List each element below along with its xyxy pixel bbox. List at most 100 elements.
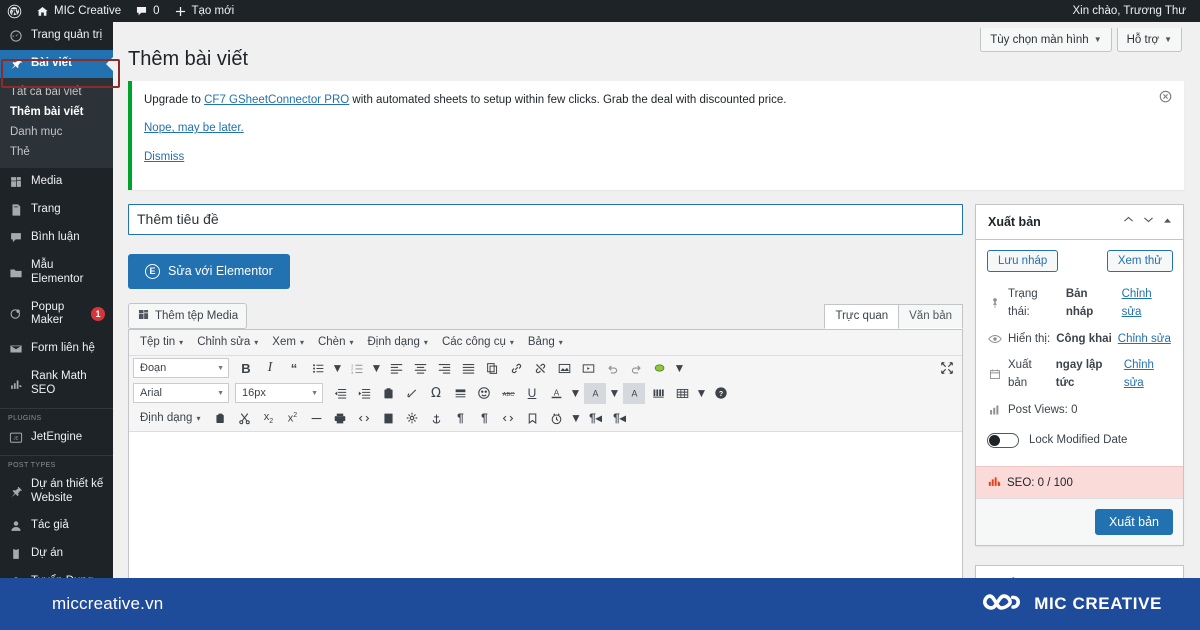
source-code-icon[interactable] [353,408,375,429]
sidebar-item-posts[interactable]: Bài viết [0,50,113,78]
sidebar-item-popup-maker[interactable]: Popup Maker 1 [0,294,113,336]
save-draft-button[interactable]: Lưu nháp [987,249,1059,272]
site-name-menu[interactable]: MIC Creative [29,0,128,22]
sidebar-subitem-all-posts[interactable]: Tất cả bài viết [0,82,113,102]
underline-icon[interactable]: U [521,383,543,404]
highlight-icon[interactable] [649,358,671,379]
page-break-icon[interactable] [377,408,399,429]
publish-button[interactable]: Xuất bản [1094,509,1173,536]
anchor-icon[interactable] [425,408,447,429]
align-right-icon[interactable] [433,358,455,379]
clock-icon[interactable] [545,408,567,429]
toggle-panel-icon[interactable] [1162,213,1173,231]
sidebar-item-projects[interactable]: Dự án [0,540,113,568]
lock-modified-date-toggle[interactable] [987,432,1019,448]
bullet-list-icon[interactable] [307,358,329,379]
move-down-icon[interactable] [1142,213,1155,231]
text-color-options-icon[interactable]: ▼ [569,383,582,404]
media-embed-icon[interactable] [577,358,599,379]
sidebar-subitem-tags[interactable]: Thẻ [0,142,113,162]
help-icon[interactable]: ? [710,383,732,404]
new-content-menu[interactable]: Tạo mới [167,0,242,22]
align-left-icon[interactable] [385,358,407,379]
sidebar-item-comments[interactable]: Bình luận [0,224,113,252]
edit-schedule-link[interactable]: Chỉnh sửa [1124,356,1172,393]
pilcrow-alt-icon[interactable]: ¶ [473,408,495,429]
pilcrow-icon[interactable]: ¶ [449,408,471,429]
eraser-icon[interactable] [401,383,423,404]
sidebar-item-elementor-templates[interactable]: Mẫu Elementor [0,252,113,294]
editor-content-area[interactable] [129,431,962,582]
cf7-pro-link[interactable]: CF7 GSheetConnector PRO [204,94,349,106]
comments-menu[interactable]: 0 [128,0,166,22]
menu-view[interactable]: Xem ▾ [265,333,311,351]
menu-edit[interactable]: Chỉnh sửa ▾ [190,333,265,351]
nope-maybe-later-link[interactable]: Nope, may be later. [144,122,244,134]
preview-button[interactable]: Xem thử [1106,249,1173,272]
clock-options-icon[interactable]: ▼ [569,408,582,429]
account-menu[interactable]: Xin chào, Trương Thư [1072,5,1200,17]
add-media-button[interactable]: Thêm tệp Media [128,302,248,329]
sidebar-item-pages[interactable]: Trang [0,196,113,224]
post-title-input[interactable] [128,203,963,235]
posts-submenu[interactable]: Tất cả bài viết Thêm bài viết Danh mục T… [0,78,113,168]
emoji-icon[interactable] [473,383,495,404]
align-center-icon[interactable] [409,358,431,379]
paste-text-icon[interactable] [209,408,231,429]
fullscreen-icon[interactable] [936,358,958,379]
sidebar-subitem-add-post[interactable]: Thêm bài viết [0,102,113,122]
ltr-icon[interactable]: ¶◂ [584,408,606,429]
menu-tools[interactable]: Các công cụ ▾ [435,333,521,351]
copy-icon[interactable] [481,358,503,379]
font-family-select[interactable]: Arial ▼ [133,383,229,404]
editor-menubar[interactable]: Tệp tin ▾ Chỉnh sửa ▾ Xem ▾ Chèn ▾ Định … [129,329,962,356]
sidebar-item-rank-math-seo[interactable]: Rank Math SEO [0,363,113,405]
tab-text[interactable]: Văn bản [898,303,963,329]
numbered-list-icon[interactable]: 123 [346,358,368,379]
menu-file[interactable]: Tệp tin ▾ [133,333,190,351]
dismiss-link[interactable]: Dismiss [144,151,184,163]
editor-mode-tabs[interactable]: Trực quan Văn bản [824,303,963,329]
print-icon[interactable] [329,408,351,429]
background-color-icon[interactable]: A [584,382,606,404]
menu-format[interactable]: Định dạng ▾ [360,333,434,351]
admin-sidebar-menu[interactable]: Trang quản trị Bài viết Tất cả bài viết … [0,22,113,630]
numbered-list-options-icon[interactable]: ▼ [370,358,383,379]
blockquote-icon[interactable]: “ [283,358,305,379]
menu-table[interactable]: Bảng ▾ [521,333,570,351]
edit-with-elementor-button[interactable]: E Sửa với Elementor [128,253,290,289]
font-size-select[interactable]: 16px ▼ [235,383,323,404]
omega-icon[interactable]: Ω [425,383,447,404]
table-options-icon[interactable]: ▼ [695,383,708,404]
edit-visibility-link[interactable]: Chỉnh sửa [1118,330,1171,348]
superscript-icon[interactable]: x2 [281,408,303,429]
outdent-icon[interactable] [329,383,351,404]
table-icon[interactable] [671,383,693,404]
cut-icon[interactable] [233,408,255,429]
bookmark-icon[interactable] [521,408,543,429]
sidebar-item-jetengine[interactable]: JE JetEngine [0,424,113,452]
sidebar-item-authors[interactable]: Tác giả [0,512,113,540]
help-tab[interactable]: Hỗ trợ ▼ [1116,28,1182,52]
menu-insert[interactable]: Chèn ▾ [311,333,361,351]
move-up-icon[interactable] [1122,213,1135,231]
rtl-icon[interactable]: ¶◂ [608,408,630,429]
tab-visual[interactable]: Trực quan [824,303,900,329]
horizontal-rule-icon[interactable] [305,408,327,429]
text-color-icon[interactable]: A [545,383,567,404]
clear-format-icon[interactable]: A [623,382,645,404]
italic-icon[interactable]: I [259,358,281,379]
edit-status-link[interactable]: Chỉnh sửa [1122,285,1172,322]
indent-icon[interactable] [353,383,375,404]
highlight-options-icon[interactable]: ▼ [673,358,686,379]
sidebar-item-website-design-projects[interactable]: Dự án thiết kế Website [0,471,113,513]
block-format-select[interactable]: Đoạn ▼ [133,358,229,379]
code-icon[interactable] [497,408,519,429]
screen-options-tab[interactable]: Tùy chọn màn hình ▼ [980,28,1112,52]
bullet-list-options-icon[interactable]: ▼ [331,358,344,379]
strikethrough-icon[interactable]: ABC [497,383,519,404]
unlink-icon[interactable] [529,358,551,379]
close-icon[interactable] [1158,89,1174,105]
bold-icon[interactable]: B [235,358,257,379]
sidebar-item-dashboard[interactable]: Trang quản trị [0,22,113,50]
